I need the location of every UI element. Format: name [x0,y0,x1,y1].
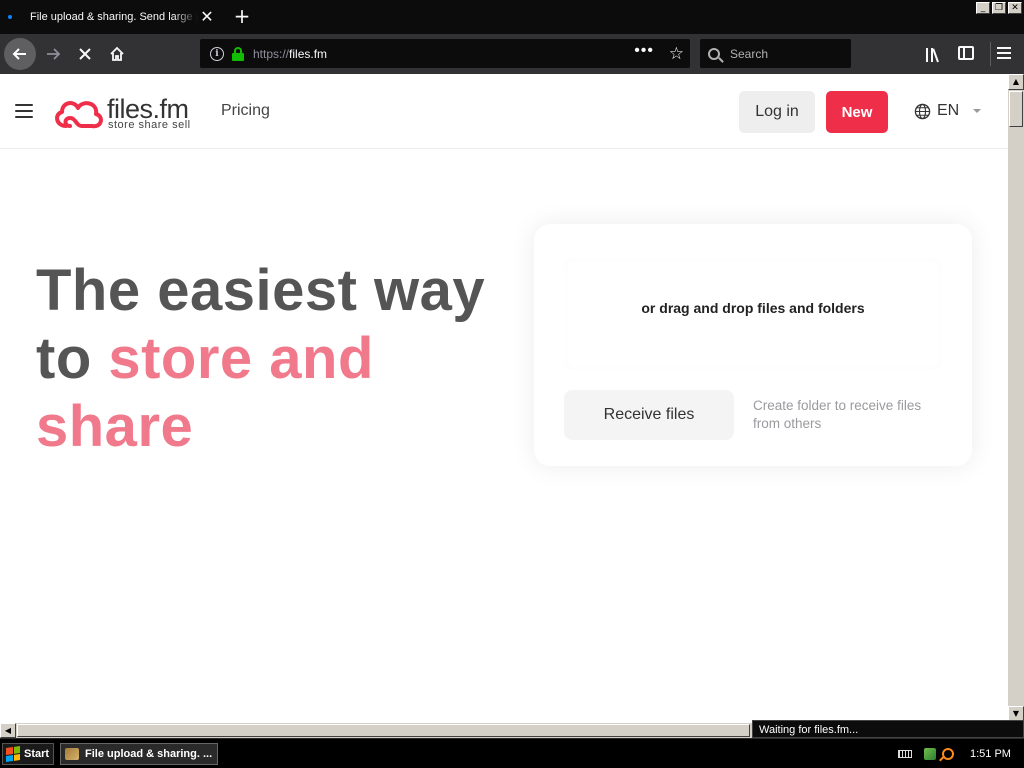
search-tray-icon[interactable] [942,748,954,760]
hamburger-menu-icon[interactable] [997,47,1011,59]
toolbar-separator [990,42,991,66]
url-host: files.fm [289,46,328,61]
scroll-left-icon[interactable]: ◀ [0,723,16,738]
start-label: Start [24,748,50,760]
language-selector[interactable]: EN [914,102,982,120]
horizontal-scrollbar[interactable]: ◀ [0,722,752,738]
chevron-down-icon [973,109,982,113]
drop-zone[interactable]: or drag and drop files and folders [564,258,942,370]
vertical-scroll-thumb[interactable] [1009,91,1023,127]
url-scheme: https:// [253,46,290,61]
receive-files-button[interactable]: Receive files [564,390,734,440]
lock-icon[interactable] [232,46,244,61]
hero-line-1: The easiest way [36,258,486,323]
keyboard-icon[interactable] [898,750,912,758]
clock[interactable]: 1:51 PM [970,748,1011,760]
hero-line-2-accent: store and [108,326,374,391]
close-window-button[interactable]: ✕ [1008,2,1022,14]
logo-tagline: store share sell [108,119,191,131]
language-code: EN [937,102,960,119]
page-viewport: files.fm store share sell Pricing Log in… [0,74,1008,722]
browser-tabstrip: File upload & sharing. Send large p ✕ + … [0,0,1024,34]
home-icon [110,46,124,61]
hero-heading: The easiest way to store and share [36,257,516,461]
hero-line-2-plain: to [36,326,109,391]
files-fm-logo[interactable]: files.fm store share sell [52,94,202,134]
taskbar-window-label: File upload & sharing. ... [85,748,213,760]
taskbar-window-button[interactable]: File upload & sharing. ... [60,743,218,765]
login-button[interactable]: Log in [739,91,815,133]
browser-app-icon [65,748,79,760]
horizontal-scroll-thumb[interactable] [17,724,750,737]
arrow-left-icon [12,48,26,60]
search-bar[interactable]: Search [700,39,851,68]
drop-zone-text: or drag and drop files and folders [641,300,865,316]
url-bar[interactable]: i https://files.fm ••• ☆ [200,39,690,68]
new-tab-button[interactable]: + [232,4,252,28]
tab-title: File upload & sharing. Send large p [30,11,198,23]
stop-x-icon [79,48,91,60]
globe-icon [914,103,931,119]
receive-files-hint: Create folder to receive files from othe… [753,398,922,431]
close-tab-icon[interactable]: ✕ [198,8,216,26]
arrow-right-icon [47,48,61,60]
hero-line-3-accent: share [36,394,194,459]
search-placeholder: Search [730,46,769,61]
window-controls: _ ❐ ✕ [976,2,1022,14]
start-button[interactable]: Start [2,743,54,765]
loading-favicon-icon [8,15,12,19]
site-menu-icon[interactable] [15,104,33,118]
browser-navbar: i https://files.fm ••• ☆ Search [0,34,1024,74]
network-icon[interactable] [924,748,936,760]
home-button[interactable] [106,43,128,65]
taskbar: Start File upload & sharing. ... 1:51 PM [0,738,1024,768]
search-icon [708,47,720,60]
sidebar-toggle-icon[interactable] [958,46,974,60]
browser-tab[interactable]: File upload & sharing. Send large p ✕ [0,0,224,34]
upload-card: or drag and drop files and folders Recei… [534,224,972,466]
bookmark-star-icon[interactable]: ☆ [669,44,684,64]
stop-button[interactable] [74,43,96,65]
forward-button[interactable] [42,43,64,65]
minimize-window-button[interactable]: _ [976,2,990,14]
library-icon[interactable] [926,46,944,63]
vertical-scrollbar[interactable]: ▲ ▼ [1008,74,1024,722]
page-actions-icon[interactable]: ••• [634,42,654,60]
system-tray: 1:51 PM [894,743,1024,765]
site-header: files.fm store share sell Pricing Log in… [0,74,1008,149]
new-button[interactable]: New [826,91,888,133]
scroll-up-icon[interactable]: ▲ [1008,74,1024,90]
cloud-logo-icon [55,101,103,129]
status-bar: Waiting for files.fm... [752,720,1024,738]
restore-window-button[interactable]: ❐ [992,2,1006,14]
back-button[interactable] [4,38,36,70]
windows-logo-icon [6,746,20,762]
info-icon[interactable]: i [210,46,224,61]
pricing-link[interactable]: Pricing [221,102,270,120]
